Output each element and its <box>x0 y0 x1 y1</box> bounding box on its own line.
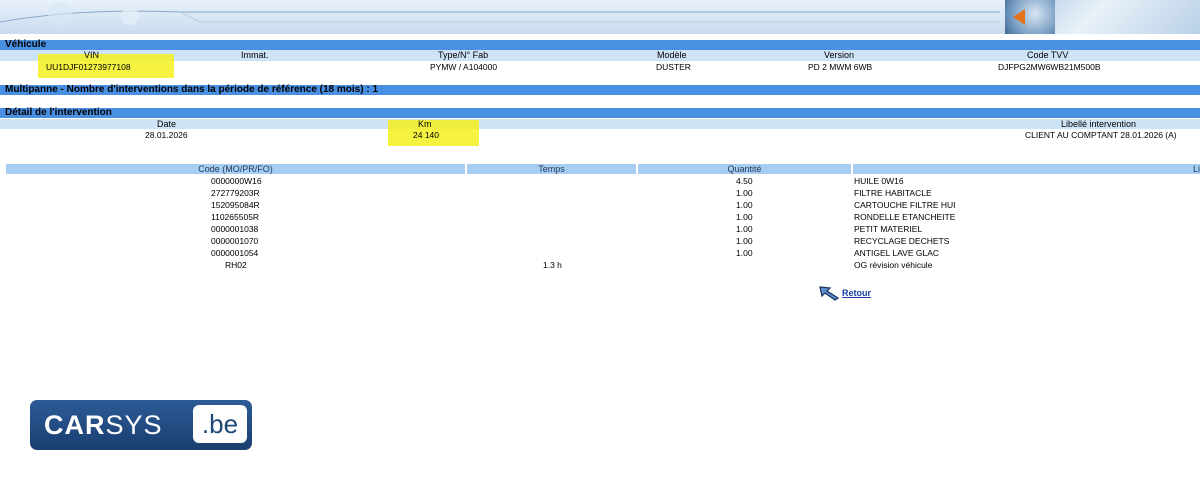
row-libelle: CARTOUCHE FILTRE HUI <box>854 200 956 210</box>
libelle-header: Libellé intervention <box>1061 119 1137 129</box>
row-libelle: FILTRE HABITACLE <box>854 188 932 198</box>
row-quantite: 1.00 <box>736 224 753 234</box>
type-header: Type/N° Fab <box>438 50 489 60</box>
row-quantite: 4.50 <box>736 176 753 186</box>
logo-be: .be <box>193 405 247 443</box>
libelle-value: CLIENT AU COMPTANT 28.01.2026 (A) <box>1025 130 1177 140</box>
km-value: 24 140 <box>413 130 439 140</box>
row-libelle: RONDELLE ETANCHEITE <box>854 212 956 222</box>
row-quantite: 1.00 <box>736 200 753 210</box>
vin-header: VIN <box>84 50 100 60</box>
tvv-value: DJFPG2MW6WB21M500B <box>998 62 1101 72</box>
row-quantite: 1.00 <box>736 188 753 198</box>
row-code: RH02 <box>225 260 247 270</box>
temps-column-header: Temps <box>467 164 636 174</box>
date-value: 28.01.2026 <box>145 130 188 140</box>
row-libelle: HUILE 0W16 <box>854 176 904 186</box>
row-quantite: 1.00 <box>736 248 753 258</box>
logo-car: CAR <box>44 410 106 440</box>
vin-value: UU1DJF01273977108 <box>46 62 131 72</box>
retour-link-container[interactable]: Retour <box>818 285 871 301</box>
logo-sys: SYS <box>105 410 163 440</box>
row-libelle: PETIT MATERIEL <box>854 224 923 234</box>
row-code: 152095084R <box>211 200 260 210</box>
quantite-column-header: Quantité <box>638 164 851 174</box>
tvv-header: Code TVV <box>1027 50 1069 60</box>
carsys-logo: CARSYS .be <box>30 400 252 450</box>
libelle-column-header-text: Li <box>1192 164 1200 174</box>
vehicle-header-row <box>0 50 1200 61</box>
header-image <box>1005 0 1200 34</box>
code-column-header: Code (MO/PR/FO) <box>6 164 465 174</box>
km-header: Km <box>418 119 432 129</box>
date-header: Date <box>157 119 177 129</box>
row-code: 0000000W16 <box>211 176 262 186</box>
version-header: Version <box>824 50 855 60</box>
row-code: 110265505R <box>211 212 260 222</box>
row-quantite: 1.00 <box>736 212 753 222</box>
retour-link[interactable]: Retour <box>842 288 871 298</box>
multipanne-bar: Multipanne - Nombre d'interventions dans… <box>0 85 1200 95</box>
row-code: 0000001054 <box>211 248 259 258</box>
row-libelle: ANTIGEL LAVE GLAC <box>854 248 940 258</box>
row-quantite: 1.00 <box>736 236 753 246</box>
intervention-section-title: Détail de l'intervention <box>0 108 1200 118</box>
row-code: 272779203R <box>211 188 260 198</box>
row-libelle: RECYCLAGE DECHETS <box>854 236 950 246</box>
back-nav-button[interactable] <box>1005 0 1055 34</box>
left-arrow-icon <box>1013 9 1025 25</box>
row-code: 0000001070 <box>211 236 259 246</box>
vehicle-section-title: Véhicule <box>0 40 1200 50</box>
row-temps: 1.3 h <box>543 260 562 270</box>
libelle-column-header: Li <box>853 164 1200 174</box>
row-libelle: OG révision véhicule <box>854 260 933 270</box>
version-value: PD 2 MWM 6WB <box>808 62 873 72</box>
model-value: DUSTER <box>656 62 691 72</box>
header-banner <box>0 0 1200 34</box>
row-code: 0000001038 <box>211 224 259 234</box>
logo-text: CARSYS <box>44 410 163 441</box>
intervention-header-row <box>0 119 1200 129</box>
type-value: PYMW / A104000 <box>430 62 498 72</box>
model-header: Modèle <box>657 50 687 60</box>
immat-header: Immat. <box>241 50 269 60</box>
back-arrow-icon <box>819 286 840 301</box>
